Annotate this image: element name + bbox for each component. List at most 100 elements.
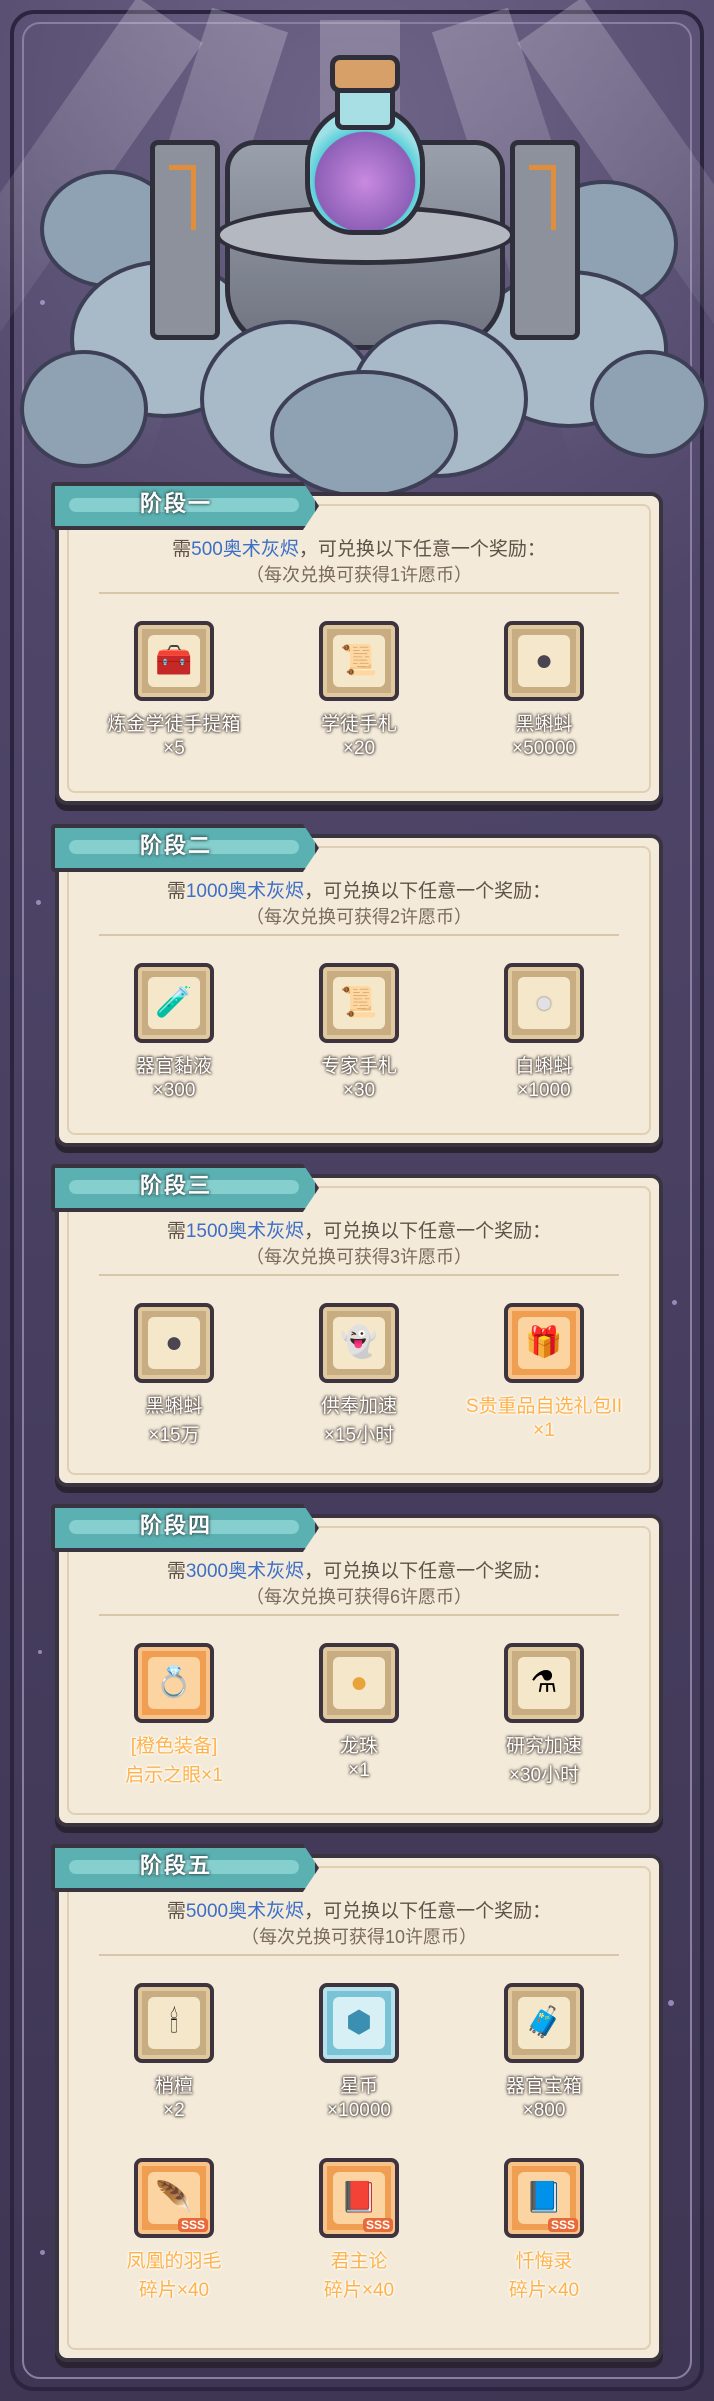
reward-item[interactable]: 🧰 炼金学徒手提箱 ×5: [89, 621, 259, 760]
stage-title: 阶段一: [139, 491, 212, 516]
item-frame: 📜: [319, 621, 399, 701]
item-frame: ⬢: [319, 1983, 399, 2063]
item-name: 白蝌蚪: [515, 1056, 573, 1077]
stage-title: 阶段四: [139, 1513, 212, 1538]
item-qty: 碎片×40: [323, 2280, 395, 2301]
stage-tag: 阶段三: [51, 1164, 331, 1212]
req-amount: 1000奥术灰烬: [185, 881, 305, 902]
reward-item[interactable]: 📘 SSS 忏悔录 碎片×40: [459, 2158, 629, 2302]
item-name: 器官黏液: [135, 1056, 212, 1077]
flask-cork: [330, 55, 400, 93]
stage-tag: 阶段二: [51, 824, 331, 872]
divider: [99, 592, 619, 594]
research-speedup-icon: ⚗: [530, 1666, 558, 1699]
machine-pillar-right: [510, 140, 580, 340]
divider: [99, 934, 619, 936]
item-frame: 🧪: [134, 963, 214, 1043]
divider: [99, 1614, 619, 1616]
item-qty: ×5: [163, 738, 185, 759]
item-name: 梢檀: [154, 2076, 193, 2097]
sss-badge: SSS: [547, 2218, 578, 2232]
item-frame: ●: [134, 1303, 214, 1383]
organ-chest-icon: 🧳: [525, 2006, 563, 2039]
requirement-text: 需3000奥术灰烬，可兑换以下任意一个奖励：: [59, 1556, 659, 1583]
reward-item[interactable]: 🧪 器官黏液 ×300: [89, 963, 259, 1102]
item-name: S贵重品自选礼包II: [465, 1396, 623, 1417]
item-qty: ×20: [342, 738, 376, 759]
item-frame: 📘 SSS: [504, 2158, 584, 2238]
requirement-text: 需1500奥术灰烬，可兑换以下任意一个奖励：: [59, 1216, 659, 1243]
reward-item[interactable]: 🧳 器官宝箱 ×800: [459, 1983, 629, 2122]
stage-tag: 阶段四: [51, 1504, 331, 1552]
expert-scroll-icon: 📜: [340, 986, 378, 1019]
star-dot: [38, 1650, 42, 1654]
reward-item[interactable]: ● 白蝌蚪 ×1000: [459, 963, 629, 1102]
item-frame: 🧳: [504, 1983, 584, 2063]
reward-item[interactable]: 📜 专家手札 ×30: [274, 963, 444, 1102]
pillar-glow: [529, 165, 556, 230]
dragon-pearl-icon: ●: [349, 1666, 369, 1699]
item-frame: 🧰: [134, 621, 214, 701]
sss-badge: SSS: [177, 2218, 208, 2232]
item-qty: ×15小时: [323, 1425, 395, 1446]
event-page: 阶段一 需500奥术灰烬，可兑换以下任意一个奖励： （每次兑换可获得1许愿币） …: [0, 0, 714, 2401]
req-suffix: ，可兑换以下任意一个奖励：: [298, 539, 546, 560]
reward-item[interactable]: ● 龙珠 ×1: [274, 1643, 444, 1782]
sss-badge: SSS: [362, 2218, 393, 2232]
item-name: 君主论: [330, 2251, 388, 2272]
reward-item[interactable]: 💍 [橙色装备] 启示之眼×1: [89, 1643, 259, 1787]
hero-illustration: [0, 0, 714, 498]
item-name: 研究加速: [505, 1736, 582, 1757]
item-frame: 🕯: [134, 1983, 214, 2063]
reward-item[interactable]: 📕 SSS 君主论 碎片×40: [274, 2158, 444, 2302]
item-name: 忏悔录: [515, 2251, 573, 2272]
divider: [99, 1954, 619, 1956]
black-tadpole-icon: ●: [534, 644, 554, 677]
requirement-text: 需1000奥术灰烬，可兑换以下任意一个奖励：: [59, 876, 659, 903]
item-qty: ×30小时: [508, 1765, 580, 1786]
wish-coin-note: （每次兑换可获得1许愿币）: [245, 565, 472, 585]
req-amount: 500奥术灰烬: [191, 539, 299, 560]
confession-icon: 📘: [525, 2181, 563, 2214]
reward-item[interactable]: 🕯 梢檀 ×2: [89, 1983, 259, 2122]
item-qty: ×30: [342, 1080, 376, 1101]
requirement-text: 需5000奥术灰烬，可兑换以下任意一个奖励：: [59, 1896, 659, 1923]
pillar-glow: [169, 165, 196, 230]
black-tadpole-icon: ●: [164, 1326, 184, 1359]
req-suffix: ，可兑换以下任意一个奖励：: [304, 1561, 552, 1582]
reward-item[interactable]: 👻 供奉加速 ×15小时: [274, 1303, 444, 1447]
organ-slime-icon: 🧪: [155, 986, 193, 1019]
star-dot: [36, 900, 41, 905]
item-name: 龙珠: [339, 1736, 378, 1757]
reward-item[interactable]: ● 黑蝌蚪 ×50000: [459, 621, 629, 760]
reward-item[interactable]: 🎁 S贵重品自选礼包II ×1: [454, 1303, 634, 1442]
stage-title: 阶段二: [139, 833, 212, 858]
stage-panel-5: 阶段五 需5000奥术灰烬，可兑换以下任意一个奖励： （每次兑换可获得10许愿币…: [51, 1844, 663, 2362]
smoke-cloud: [20, 350, 148, 468]
item-frame: ⚗: [504, 1643, 584, 1723]
stage-panel-4: 阶段四 需3000奥术灰烬，可兑换以下任意一个奖励： （每次兑换可获得6许愿币）…: [51, 1504, 663, 1827]
item-name: 星币: [339, 2076, 378, 2097]
reward-item[interactable]: ⚗ 研究加速 ×30小时: [459, 1643, 629, 1787]
reward-item[interactable]: ● 黑蝌蚪 ×15万: [89, 1303, 259, 1447]
reward-item[interactable]: 📜 学徒手札 ×20: [274, 621, 444, 760]
stage-title: 阶段五: [139, 1853, 212, 1878]
item-qty: ×10000: [327, 2100, 391, 2121]
phoenix-feather-icon: 🪶: [155, 2181, 193, 2214]
item-qty: ×1000: [517, 1080, 571, 1101]
reward-item[interactable]: ⬢ 星币 ×10000: [274, 1983, 444, 2122]
item-name: 器官宝箱: [505, 2076, 582, 2097]
req-prefix: 需: [166, 881, 186, 902]
star-dot: [668, 2000, 674, 2006]
item-name: 炼金学徒手提箱: [107, 714, 241, 735]
smoke-cloud: [270, 370, 458, 498]
item-qty: ×50000: [512, 738, 576, 759]
book-icon: 📕: [340, 2181, 378, 2214]
wish-coin-note: （每次兑换可获得6许愿币）: [245, 1587, 472, 1607]
star-dot: [40, 2250, 45, 2255]
item-frame: 📜: [319, 963, 399, 1043]
req-amount: 5000奥术灰烬: [185, 1901, 305, 1922]
reward-item[interactable]: 🪶 SSS 凤凰的羽毛 碎片×40: [89, 2158, 259, 2302]
stage-tag: 阶段五: [51, 1844, 331, 1892]
smoke-cloud: [590, 350, 708, 458]
